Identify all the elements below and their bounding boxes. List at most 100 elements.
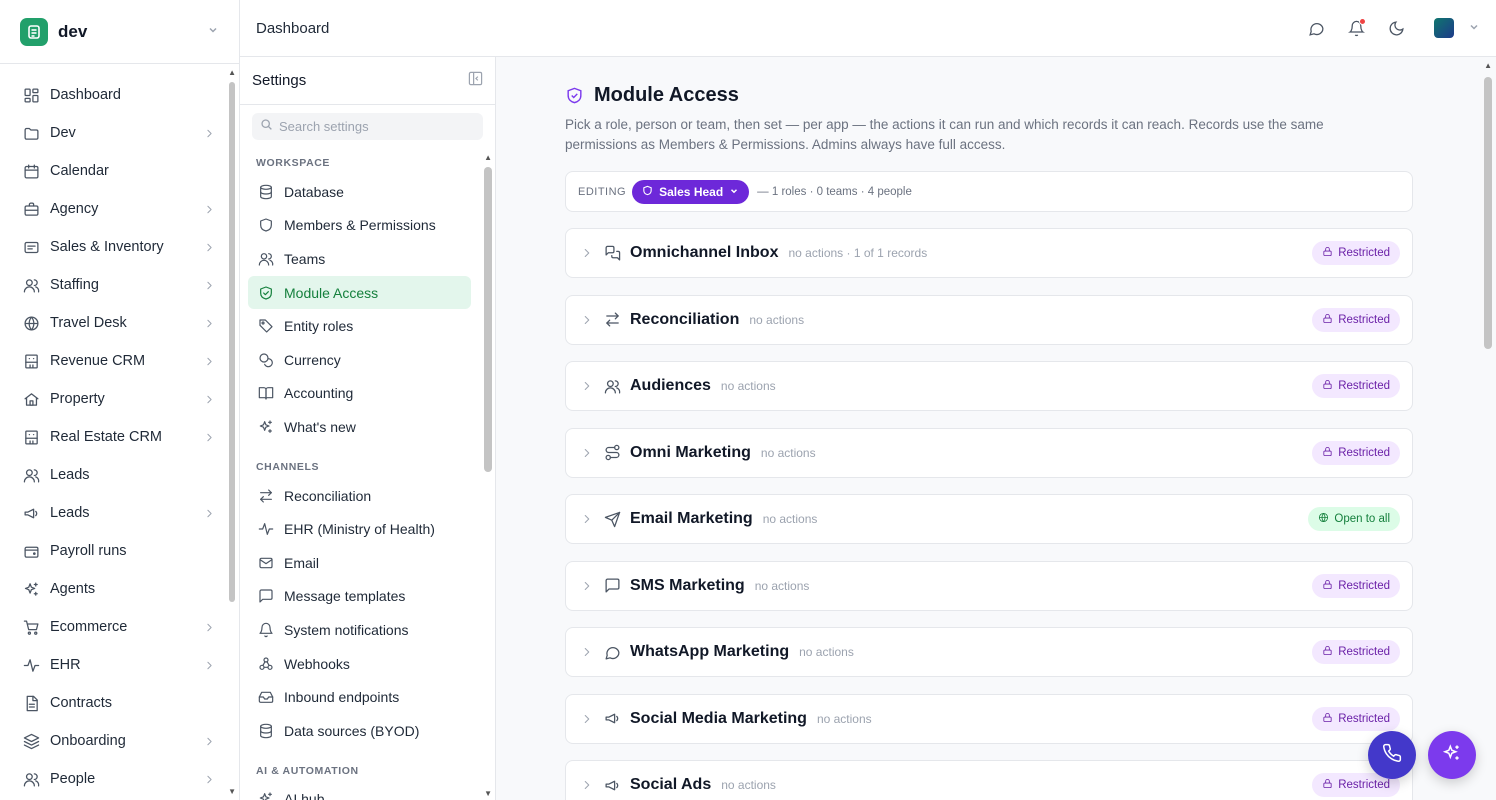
settings-item-database[interactable]: Database xyxy=(248,175,471,209)
settings-item-members-permissions[interactable]: Members & Permissions xyxy=(248,209,471,243)
settings-scrollbar[interactable] xyxy=(484,167,492,472)
status-badge[interactable]: Open to all xyxy=(1308,507,1400,531)
users-icon xyxy=(22,276,40,294)
status-badge[interactable]: Restricted xyxy=(1312,307,1400,332)
status-badge[interactable]: Restricted xyxy=(1312,440,1400,465)
avatar[interactable] xyxy=(1434,18,1454,38)
nav-item-label: Real Estate CRM xyxy=(50,429,163,445)
nav-item-ecommerce[interactable]: Ecommerce xyxy=(0,608,239,646)
module-row[interactable]: WhatsApp Marketing no actions Restricted xyxy=(565,627,1413,677)
nav-item-property[interactable]: Property xyxy=(0,380,239,418)
nav-item-real-estate-crm[interactable]: Real Estate CRM xyxy=(0,418,239,456)
settings-search[interactable] xyxy=(252,113,483,140)
settings-item-label: Database xyxy=(284,183,344,200)
status-badge[interactable]: Restricted xyxy=(1312,706,1400,731)
settings-item-ehr-ministry-of-health[interactable]: EHR (Ministry of Health) xyxy=(248,512,471,546)
settings-item-teams[interactable]: Teams xyxy=(248,242,471,276)
status-badge[interactable]: Restricted xyxy=(1312,374,1400,398)
chat-icon[interactable] xyxy=(1306,18,1326,38)
moon-icon[interactable] xyxy=(1386,18,1406,38)
module-row[interactable]: Omnichannel Inbox no actions · 1 of 1 rec… xyxy=(565,228,1413,278)
chevron-right-icon xyxy=(203,393,217,406)
settings-item-inbound-endpoints[interactable]: Inbound endpoints xyxy=(248,680,471,714)
settings-item-email[interactable]: Email xyxy=(248,546,471,580)
settings-item-system-notifications[interactable]: System notifications xyxy=(248,613,471,647)
module-summary: no actions xyxy=(799,645,854,659)
nav-item-leads[interactable]: Leads xyxy=(0,494,239,532)
nav-item-sales-inventory[interactable]: Sales & Inventory xyxy=(0,228,239,266)
module-row[interactable]: Social Media Marketing no actions Restrict… xyxy=(565,693,1413,744)
chevron-right-icon[interactable] xyxy=(580,379,594,393)
nav-item-revenue-crm[interactable]: Revenue CRM xyxy=(0,342,239,380)
workspace-switcher[interactable]: dev xyxy=(0,0,239,64)
lock-icon xyxy=(1322,645,1333,659)
module-row[interactable]: Audiences no actions Restricted xyxy=(565,361,1413,411)
scroll-down-arrow-icon[interactable]: ▼ xyxy=(484,789,492,798)
status-badge-label: Restricted xyxy=(1338,779,1390,791)
settings-item-module-access[interactable]: Module Access xyxy=(248,275,471,310)
nav-item-staffing[interactable]: Staffing xyxy=(0,266,239,304)
settings-item-accounting[interactable]: Accounting xyxy=(248,377,471,411)
bell-icon[interactable] xyxy=(1346,18,1366,38)
nav-item-label: Ecommerce xyxy=(50,619,128,635)
module-row[interactable]: Omni Marketing no actions Restricted xyxy=(565,427,1413,478)
chevron-right-icon[interactable] xyxy=(580,246,594,260)
scroll-up-arrow-icon[interactable]: ▲ xyxy=(1484,61,1492,70)
settings-item-reconciliation[interactable]: Reconciliation xyxy=(248,479,471,513)
nav-item-label: Agency xyxy=(50,201,99,217)
status-badge[interactable]: Restricted xyxy=(1312,241,1400,265)
chevron-right-icon[interactable] xyxy=(580,512,594,526)
chevron-right-icon[interactable] xyxy=(580,712,594,726)
main-scrollbar[interactable] xyxy=(1484,77,1492,349)
ai-assistant-button[interactable] xyxy=(1428,731,1476,779)
settings-item-message-templates[interactable]: Message templates xyxy=(248,580,471,614)
nav-item-agents[interactable]: Agents xyxy=(0,570,239,608)
settings-item-what-s-new[interactable]: What's new xyxy=(248,410,471,444)
module-row[interactable]: SMS Marketing no actions Restricted xyxy=(565,560,1413,611)
module-row[interactable]: Email Marketing no actions Open to all xyxy=(565,494,1413,544)
nav-item-onboarding[interactable]: Onboarding xyxy=(0,722,239,760)
settings-item-entity-roles[interactable]: Entity roles xyxy=(248,309,471,343)
status-badge[interactable]: Restricted xyxy=(1312,573,1400,598)
module-row[interactable]: Reconciliation no actions Restricted xyxy=(565,294,1413,345)
chevron-right-icon[interactable] xyxy=(580,313,594,327)
nav-item-people[interactable]: People xyxy=(0,760,239,798)
settings-item-currency[interactable]: Currency xyxy=(248,343,471,377)
nav-item-dashboard[interactable]: Dashboard xyxy=(0,76,239,114)
status-badge-label: Restricted xyxy=(1338,247,1390,259)
editing-label: EDITING xyxy=(578,185,627,198)
sidebar-scrollbar[interactable] xyxy=(229,82,235,602)
chevron-right-icon[interactable] xyxy=(580,579,594,593)
scroll-up-arrow-icon[interactable]: ▲ xyxy=(228,68,236,77)
lock-icon xyxy=(1322,313,1333,327)
chevron-down-icon[interactable] xyxy=(1468,21,1480,36)
status-badge[interactable]: Restricted xyxy=(1312,640,1400,664)
nav-item-payroll-runs[interactable]: Payroll runs xyxy=(0,532,239,570)
panel-collapse-icon[interactable] xyxy=(468,71,483,91)
scroll-down-arrow-icon[interactable]: ▼ xyxy=(228,787,236,796)
nav-item-contracts[interactable]: Contracts xyxy=(0,684,239,722)
search-input[interactable] xyxy=(279,119,469,134)
grid-icon xyxy=(22,86,40,104)
nav-item-leads[interactable]: Leads xyxy=(0,456,239,494)
module-row[interactable]: Social Ads no actions Restricted xyxy=(565,760,1413,800)
chevron-right-icon[interactable] xyxy=(580,446,594,460)
nav-item-travel-desk[interactable]: Travel Desk xyxy=(0,304,239,342)
bell-icon xyxy=(258,622,274,638)
phone-call-button[interactable] xyxy=(1368,731,1416,779)
settings-item-ai-hub[interactable]: AI hub xyxy=(248,783,471,800)
role-selector[interactable]: Sales Head xyxy=(632,179,750,204)
nav-item-calendar[interactable]: Calendar xyxy=(0,152,239,190)
chevron-right-icon[interactable] xyxy=(580,778,594,792)
settings-item-data-sources-byod[interactable]: Data sources (BYOD) xyxy=(248,714,471,748)
settings-item-webhooks[interactable]: Webhooks xyxy=(248,647,471,681)
chevron-right-icon[interactable] xyxy=(580,645,594,659)
breadcrumb[interactable]: Dashboard xyxy=(256,20,1286,37)
sparkles-icon xyxy=(22,580,40,598)
module-name: Omni Marketing xyxy=(630,443,751,461)
nav-item-dev[interactable]: Dev xyxy=(0,114,239,152)
status-badge-label: Restricted xyxy=(1338,646,1390,658)
scroll-up-arrow-icon[interactable]: ▲ xyxy=(484,153,492,162)
nav-item-agency[interactable]: Agency xyxy=(0,190,239,228)
nav-item-ehr[interactable]: EHR xyxy=(0,646,239,684)
